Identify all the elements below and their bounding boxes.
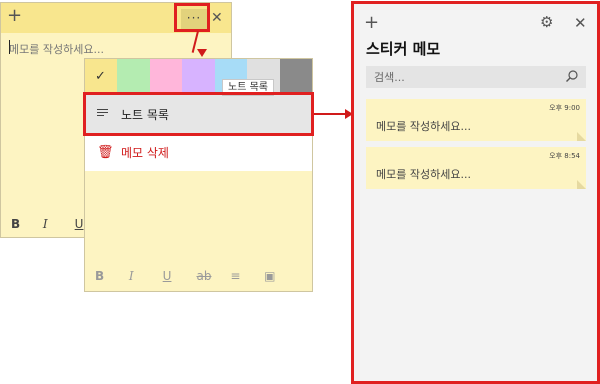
close-icon[interactable]: ✕ xyxy=(574,14,587,32)
color-swatches: ✓ xyxy=(85,59,312,95)
underline-button: U xyxy=(162,269,172,283)
format-toolbar-disabled: B I U ab ≡ ▣ xyxy=(95,269,294,283)
strikethrough-button: ab xyxy=(196,269,212,283)
page-title: 스티커 메모 xyxy=(366,40,441,58)
bold-button: B xyxy=(95,269,105,283)
note-preview: 메모를 작성하세요... xyxy=(376,120,471,133)
bold-button[interactable]: B xyxy=(11,217,39,231)
gear-icon[interactable]: ⚙ xyxy=(540,13,553,31)
highlight-more-button xyxy=(174,3,210,32)
close-icon[interactable]: ✕ xyxy=(211,9,223,27)
note-text-input[interactable]: 메모를 작성하세요... xyxy=(9,41,104,57)
search-box xyxy=(366,66,586,88)
image-button: ▣ xyxy=(264,269,276,283)
swatch-green[interactable] xyxy=(117,59,150,95)
note-preview: 메모를 작성하세요... xyxy=(376,168,471,181)
page-fold xyxy=(577,180,586,189)
note-card[interactable]: 오후 9:00 메모를 작성하세요... xyxy=(366,99,586,141)
highlight-notes-list xyxy=(83,92,314,136)
trash-icon: 🗑 xyxy=(97,144,114,160)
delete-note-label: 메모 삭제 xyxy=(121,145,169,160)
arrow-line xyxy=(314,113,348,115)
bullet-list-button: ≡ xyxy=(230,269,241,283)
page-fold xyxy=(577,132,586,141)
arrow-head xyxy=(197,49,207,57)
swatch-yellow[interactable]: ✓ xyxy=(85,59,118,95)
add-note-icon[interactable]: + xyxy=(364,14,379,32)
note-timestamp: 오후 8:54 xyxy=(549,152,580,160)
delete-note-menu-item[interactable]: 🗑 메모 삭제 xyxy=(85,133,312,171)
add-note-icon[interactable]: + xyxy=(7,7,22,25)
swatch-pink[interactable] xyxy=(149,59,183,95)
check-icon: ✓ xyxy=(95,69,106,84)
swatch-purple[interactable] xyxy=(182,59,215,95)
italic-button[interactable]: I xyxy=(43,217,71,231)
swatch-charcoal[interactable] xyxy=(279,59,312,95)
note-timestamp: 오후 9:00 xyxy=(549,104,580,112)
sticky-notes-list-panel: + ⚙ ✕ 스티커 메모 오후 9:00 메모를 작성하세요... 오후 8:5… xyxy=(354,4,597,381)
search-icon[interactable] xyxy=(565,69,579,83)
italic-button: I xyxy=(128,269,134,283)
search-input[interactable] xyxy=(366,66,556,88)
note-card[interactable]: 오후 8:54 메모를 작성하세요... xyxy=(366,147,586,189)
arrow-head xyxy=(345,109,353,119)
